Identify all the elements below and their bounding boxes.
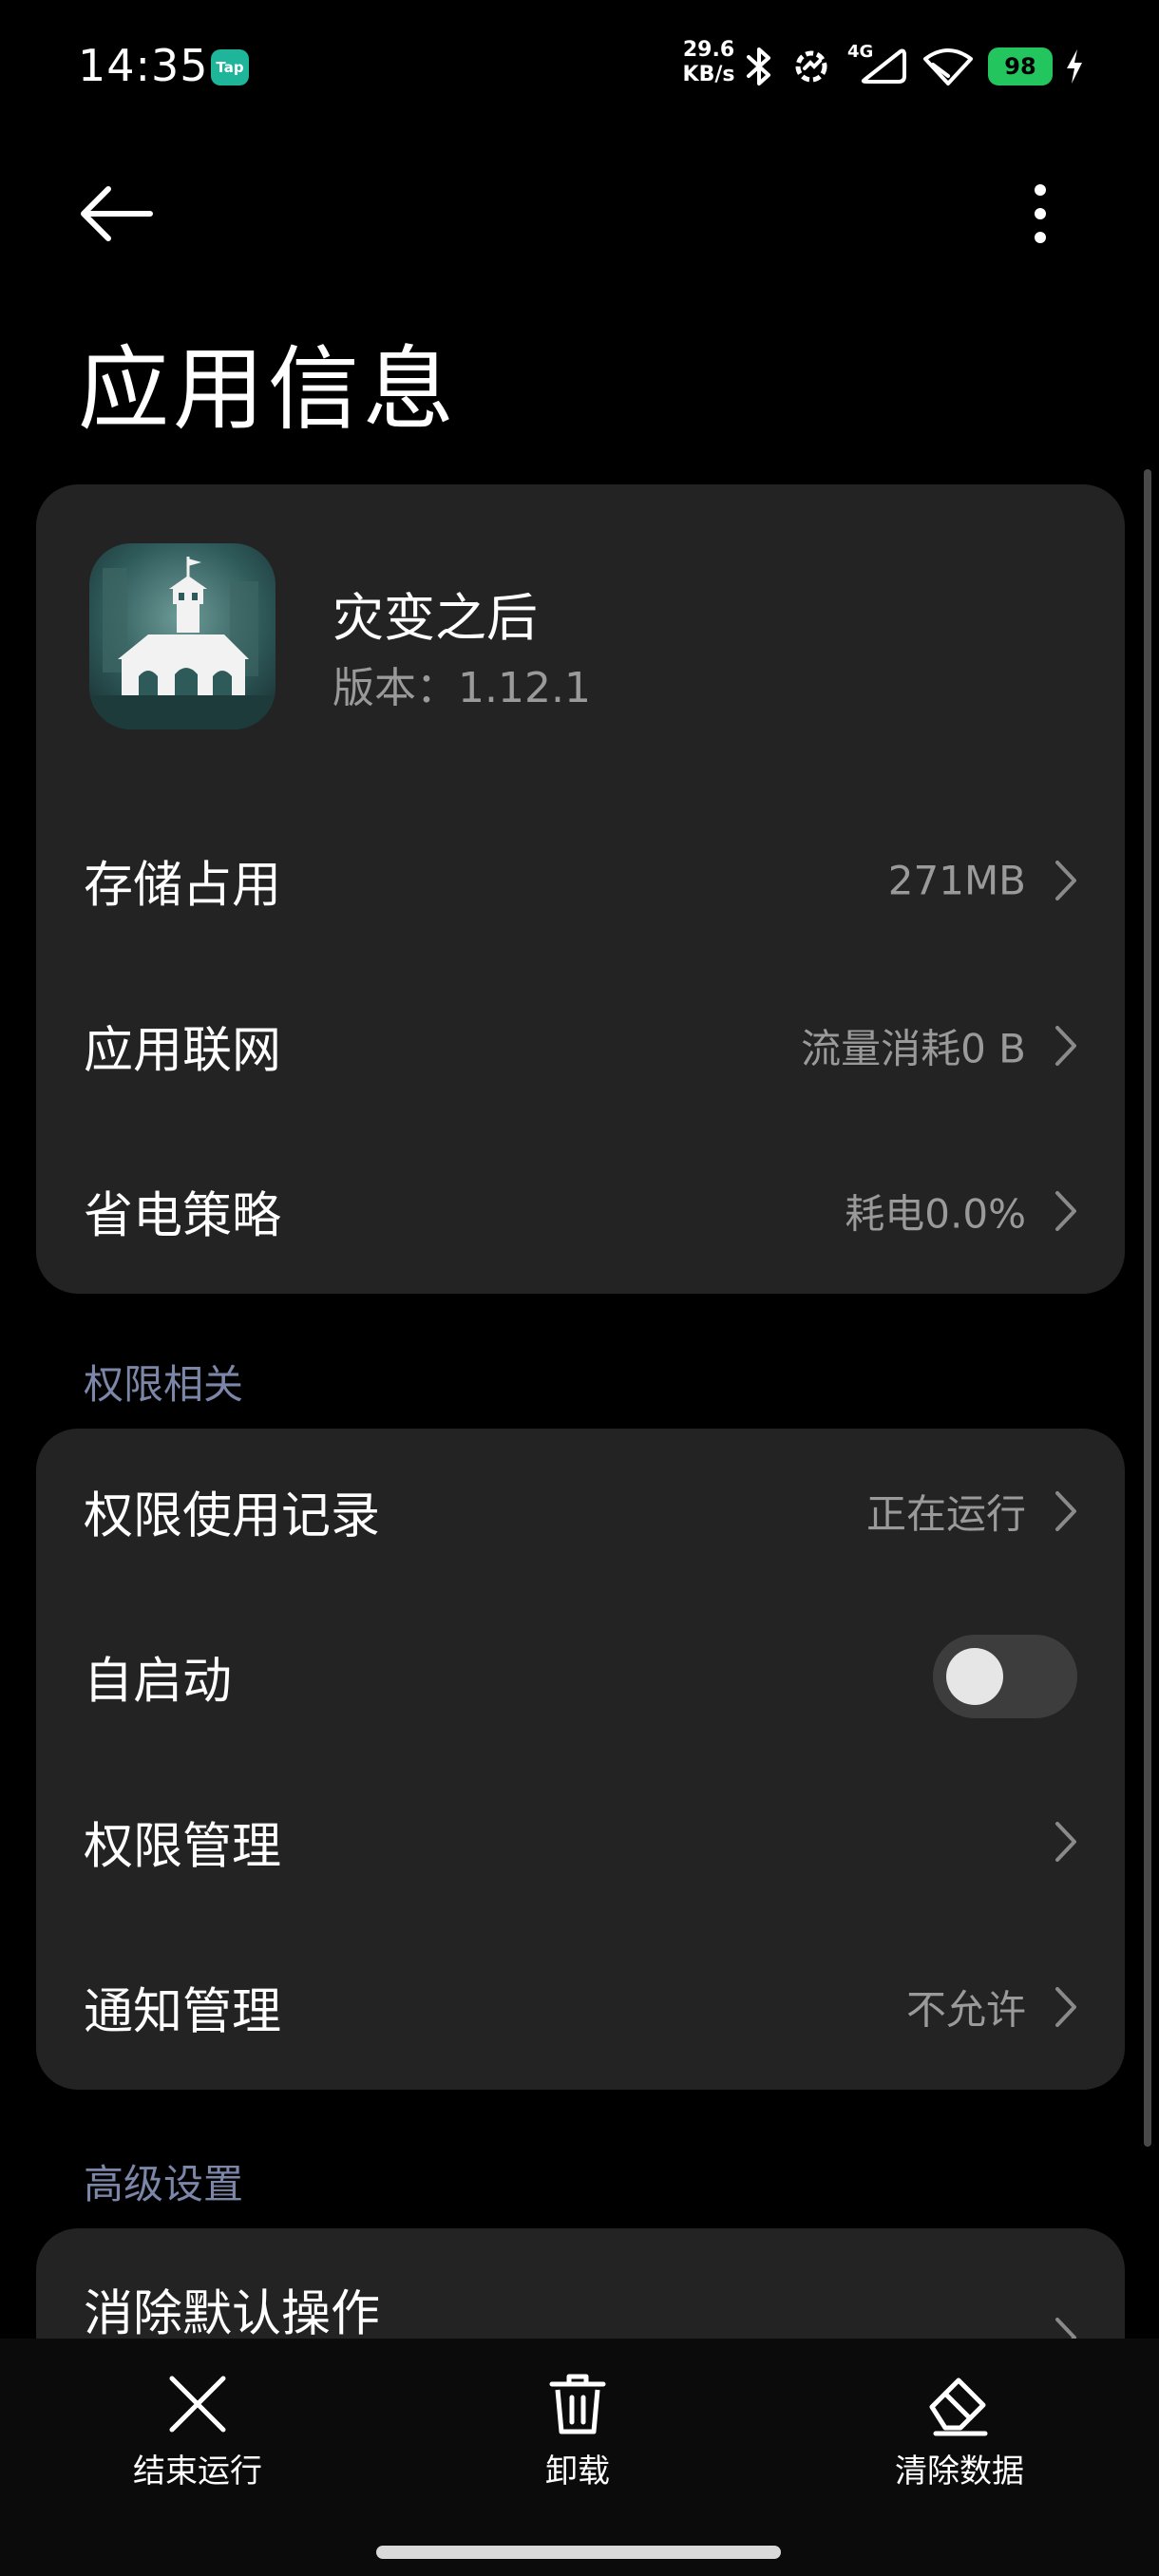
row-network-value: 流量消耗0 B bbox=[801, 1025, 1026, 1072]
row-battery-policy-value: 耗电0.0% bbox=[845, 1190, 1026, 1238]
row-permission-usage-value: 正在运行 bbox=[865, 1490, 1026, 1538]
row-permission-usage[interactable]: 权限使用记录 正在运行 bbox=[36, 1429, 1125, 1594]
auto-start-toggle[interactable] bbox=[933, 1635, 1077, 1718]
chevron-right-icon bbox=[1055, 1822, 1076, 1862]
battery-icon: 98 bbox=[988, 47, 1053, 85]
status-time: 14:35 bbox=[78, 40, 209, 91]
bottom-action-bar: 结束运行 卸载 清除数据 bbox=[0, 2339, 1159, 2576]
row-network-label: 应用联网 bbox=[84, 1022, 282, 1080]
back-button[interactable] bbox=[78, 180, 154, 247]
row-network[interactable]: 应用联网 流量消耗0 B bbox=[36, 963, 1125, 1128]
more-vertical-icon bbox=[1035, 184, 1046, 243]
uninstall-label: 卸载 bbox=[545, 2453, 610, 2491]
trash-icon bbox=[549, 2374, 606, 2434]
chevron-right-icon bbox=[1055, 1026, 1076, 1066]
uninstall-button[interactable]: 卸载 bbox=[473, 2371, 682, 2513]
row-auto-start: 自启动 bbox=[36, 1594, 1125, 1759]
network-speed-value: 29.6 bbox=[682, 38, 735, 62]
back-arrow-icon bbox=[81, 186, 153, 241]
bluetooth-icon bbox=[747, 47, 770, 85]
row-clear-defaults-label: 消除默认操作 bbox=[84, 2285, 381, 2343]
tap-notification-icon: Tap bbox=[211, 49, 249, 85]
toggle-knob bbox=[946, 1648, 1003, 1705]
row-permission-usage-label: 权限使用记录 bbox=[84, 1487, 381, 1545]
row-auto-start-label: 自启动 bbox=[84, 1653, 233, 1711]
row-permission-management-label: 权限管理 bbox=[84, 1818, 282, 1876]
app-header: 灾变之后 版本：1.12.1 bbox=[36, 484, 1125, 750]
page-title: 应用信息 bbox=[78, 336, 458, 443]
network-activity-icon bbox=[795, 50, 827, 83]
section-permissions-title: 权限相关 bbox=[84, 1361, 244, 1408]
row-notification-management[interactable]: 通知管理 不允许 bbox=[36, 1924, 1125, 2090]
home-indicator[interactable] bbox=[376, 2546, 781, 2559]
charging-icon bbox=[1067, 49, 1082, 84]
row-notification-management-value: 不允许 bbox=[905, 1986, 1026, 2034]
force-stop-label: 结束运行 bbox=[133, 2453, 262, 2491]
chevron-right-icon bbox=[1055, 1987, 1076, 2027]
close-icon bbox=[169, 2376, 226, 2433]
row-storage-label: 存储占用 bbox=[84, 857, 282, 915]
eraser-icon bbox=[929, 2377, 988, 2436]
row-notification-management-label: 通知管理 bbox=[84, 1983, 282, 2041]
chevron-right-icon bbox=[1055, 1491, 1076, 1531]
chevron-right-icon bbox=[1055, 1191, 1076, 1231]
mobile-signal-icon bbox=[861, 48, 906, 84]
app-name: 灾变之后 bbox=[332, 588, 538, 648]
wifi-icon bbox=[923, 48, 973, 85]
app-summary-card: 灾变之后 版本：1.12.1 存储占用 271MB 应用联网 流量消耗0 B 省… bbox=[36, 484, 1125, 1294]
row-permission-management[interactable]: 权限管理 bbox=[36, 1759, 1125, 1924]
chevron-right-icon bbox=[1055, 861, 1076, 900]
section-advanced-title: 高级设置 bbox=[84, 2161, 244, 2207]
app-version: 版本：1.12.1 bbox=[332, 664, 591, 712]
clear-data-label: 清除数据 bbox=[895, 2453, 1024, 2491]
network-speed: 29.6 KB/s bbox=[676, 38, 741, 87]
permissions-card: 权限使用记录 正在运行 自启动 权限管理 通知管理 不允许 bbox=[36, 1429, 1125, 2090]
row-battery-policy[interactable]: 省电策略 耗电0.0% bbox=[36, 1128, 1125, 1294]
app-logo-icon bbox=[89, 543, 276, 729]
clear-data-button[interactable]: 清除数据 bbox=[855, 2371, 1064, 2513]
row-storage[interactable]: 存储占用 271MB bbox=[36, 798, 1125, 963]
status-bar: 14:35 Tap 29.6 KB/s 4G 98 bbox=[0, 0, 1159, 133]
row-storage-value: 271MB bbox=[887, 857, 1026, 904]
app-icon bbox=[89, 543, 276, 729]
battery-level: 98 bbox=[994, 53, 1047, 80]
network-speed-unit: KB/s bbox=[682, 63, 735, 86]
scrollbar[interactable] bbox=[1144, 469, 1151, 2147]
force-stop-button[interactable]: 结束运行 bbox=[93, 2371, 302, 2513]
more-options-button[interactable] bbox=[1016, 180, 1064, 247]
row-battery-policy-label: 省电策略 bbox=[84, 1187, 282, 1245]
